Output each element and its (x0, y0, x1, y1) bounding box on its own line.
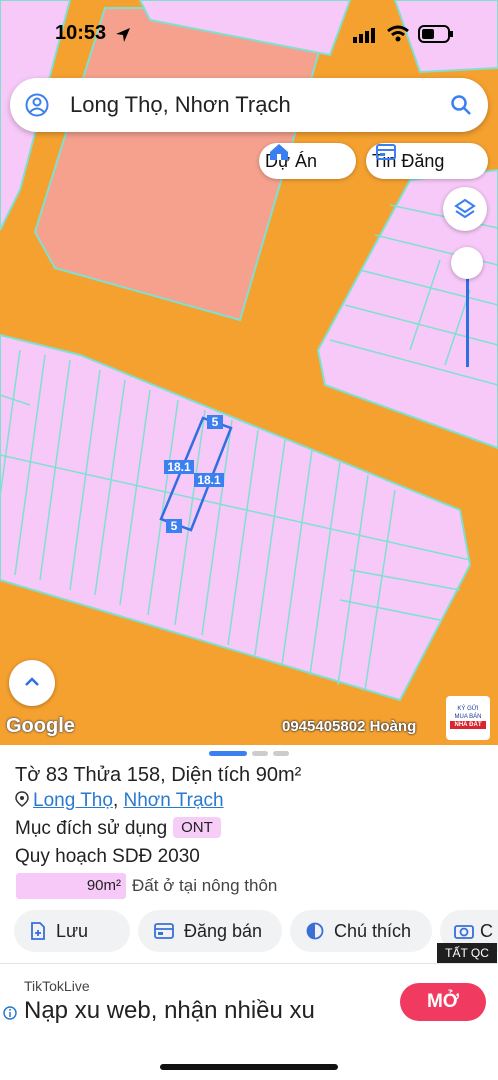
purpose-badge: ONT (173, 817, 221, 838)
close-ads-button[interactable]: TẤT QC (437, 943, 497, 963)
building-icon (270, 144, 288, 160)
location-commune-link[interactable]: Long Thọ (33, 790, 113, 811)
legend-button[interactable]: Chú thích (290, 910, 432, 952)
battery-icon (418, 25, 453, 43)
camera-label: C (480, 920, 493, 941)
ky-gui-logo-line-1: KÝ GỬI (457, 706, 479, 712)
measure-top-label: 5 (212, 415, 219, 429)
pin-icon (15, 791, 29, 807)
tin-dang-chip[interactable]: Tin Đăng (366, 143, 488, 179)
listing-icon (376, 144, 396, 160)
camera-icon (454, 925, 474, 939)
ky-gui-logo[interactable]: KÝ GỬI MUA BÁN NHÀ ĐẤT (446, 696, 490, 740)
search-bar[interactable]: Long Thọ, Nhơn Trạch (10, 78, 488, 132)
opacity-slider-track[interactable] (466, 264, 469, 367)
google-logo: Google (6, 715, 75, 737)
status-bar: 10:53 (0, 18, 498, 50)
measure-bottom-label: 5 (171, 519, 178, 533)
parcel-title: Tờ 83 Thửa 158, Diện tích 90m² (15, 764, 302, 786)
opacity-slider-handle[interactable] (451, 247, 483, 279)
ad-banner[interactable]: TikTokLive Nạp xu web, nhận nhiều xu MỞ (0, 963, 498, 1042)
measure-right-label: 18.1 (197, 473, 221, 487)
ad-source: TikTokLive (24, 978, 90, 994)
layers-button[interactable] (443, 187, 487, 231)
wifi-icon (387, 25, 409, 42)
page-dots (209, 751, 289, 756)
legend-label: Chú thích (334, 920, 412, 941)
home-indicator[interactable] (160, 1064, 338, 1070)
plan-label: Quy hoạch SDĐ 2030 (15, 846, 200, 867)
measure-left-label: 18.1 (167, 460, 191, 474)
signal-icon (353, 28, 375, 43)
ky-gui-logo-line-3: NHÀ ĐẤT (450, 721, 486, 729)
info-icon[interactable] (3, 1006, 17, 1020)
map-view[interactable]: 5 5 18.1 18.1 10:53 Long Thọ, Nhơn Trạch (0, 0, 498, 745)
status-time: 10:53 (55, 22, 107, 44)
save-label: Lưu (56, 920, 89, 941)
plan-area-value: 90m² (86, 877, 121, 894)
expand-up-button[interactable] (9, 660, 55, 706)
purpose-label: Mục đích sử dụng (15, 818, 168, 839)
location-arrow-icon (116, 28, 130, 42)
plan-area-desc: Đất ở tại nông thôn (132, 876, 278, 895)
parcel-info-sheet[interactable]: Tờ 83 Thửa 158, Diện tích 90m² Long Thọ,… (0, 745, 498, 963)
parcel-location: Long Thọ, Nhơn Trạch (15, 790, 224, 812)
ky-gui-logo-line-2: MUA BÁN (454, 714, 482, 720)
chevron-up-icon (25, 677, 39, 686)
listing-icon (154, 923, 174, 939)
ad-title: Nạp xu web, nhận nhiều xu (24, 997, 315, 1024)
search-icon[interactable] (450, 94, 472, 116)
search-input[interactable]: Long Thọ, Nhơn Trạch (70, 92, 291, 118)
sell-button[interactable]: Đăng bán (138, 910, 282, 952)
phone-overlay[interactable]: 0945405802 Hoàng (282, 718, 416, 735)
location-separator: , (112, 790, 124, 811)
contrast-icon (306, 922, 324, 940)
ad-open-button[interactable]: MỞ (400, 983, 486, 1021)
save-button[interactable]: Lưu (14, 910, 130, 952)
sell-label: Đăng bán (184, 920, 263, 941)
location-district-link[interactable]: Nhơn Trạch (124, 790, 224, 811)
add-file-icon (31, 922, 45, 940)
plan-area-bar: 90m² (16, 873, 126, 899)
du-an-chip[interactable]: Dự Án (259, 143, 356, 179)
purpose-row: Mục đích sử dụng ONT (15, 817, 221, 840)
layers-icon (454, 198, 476, 219)
account-icon[interactable] (25, 93, 49, 117)
